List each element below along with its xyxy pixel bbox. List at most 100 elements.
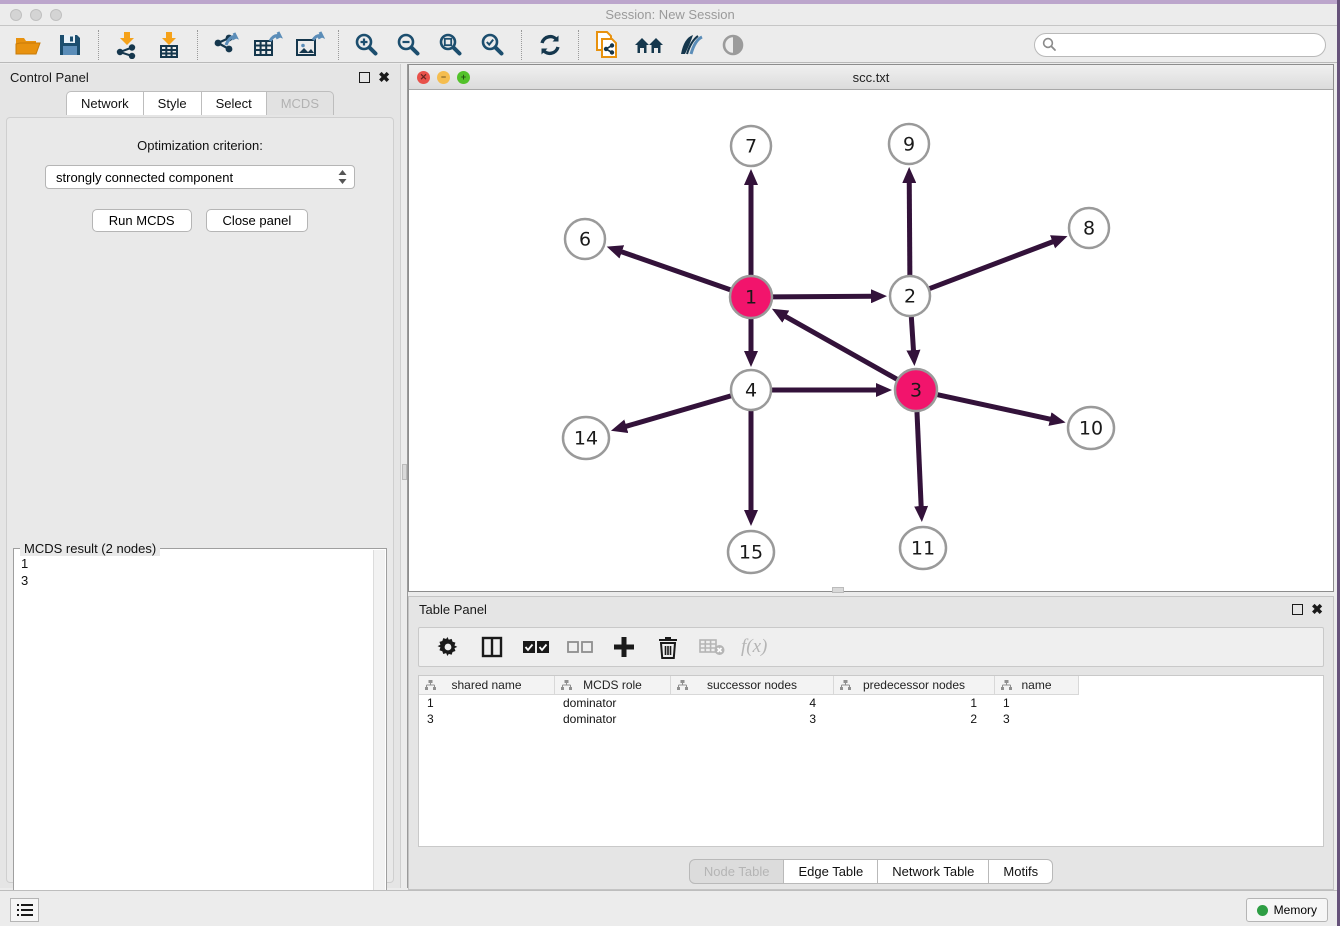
import-network-button[interactable]	[110, 30, 144, 60]
edge-2-9[interactable]	[909, 181, 910, 275]
delete-row-button[interactable]	[653, 632, 683, 662]
vertical-splitter[interactable]	[400, 64, 408, 888]
column-header-successor-nodes[interactable]: successor nodes	[671, 676, 834, 695]
table-cell[interactable]: 1	[419, 695, 555, 711]
network-graph[interactable]: 7968124314101511	[409, 90, 1333, 591]
list-icon	[17, 903, 33, 917]
tab-mcds[interactable]: MCDS	[267, 91, 334, 115]
function-builder-button[interactable]: f(x)	[741, 636, 767, 658]
edge-3-11[interactable]	[917, 412, 921, 508]
show-all-networks-button[interactable]	[632, 30, 666, 60]
zoom-selected-button[interactable]	[476, 30, 510, 60]
open-file-button[interactable]	[11, 30, 45, 60]
clone-network-button[interactable]	[590, 30, 624, 60]
edge-2-3[interactable]	[911, 317, 913, 352]
edge-4-14[interactable]	[624, 396, 730, 427]
export-network-icon	[212, 31, 240, 59]
save-session-button[interactable]	[53, 30, 87, 60]
table-cell[interactable]: 3	[995, 711, 1079, 727]
export-table-button[interactable]	[251, 30, 285, 60]
zoom-selected-icon	[480, 32, 506, 58]
table-cell[interactable]: 4	[671, 695, 834, 711]
column-header-predecessor-nodes[interactable]: predecessor nodes	[834, 676, 995, 695]
eye-icon	[720, 32, 746, 58]
tab-network-table[interactable]: Network Table	[878, 859, 989, 884]
search-area	[1034, 33, 1326, 57]
network-close-button[interactable]: ✕	[417, 71, 430, 84]
graph-node-label-10: 10	[1079, 418, 1103, 440]
apply-style-button[interactable]	[674, 30, 708, 60]
edge-3-10[interactable]	[937, 395, 1051, 420]
tab-network[interactable]: Network	[66, 91, 144, 115]
deselect-all-icon	[567, 640, 593, 654]
table-settings-button[interactable]	[433, 632, 463, 662]
search-input[interactable]	[1062, 38, 1325, 52]
mcds-result-text[interactable]: 1 3	[15, 555, 373, 920]
export-table-icon	[253, 31, 283, 59]
close-panel-button[interactable]: Close panel	[206, 209, 309, 232]
network-minimize-button[interactable]: −	[437, 71, 450, 84]
show-columns-button[interactable]	[477, 632, 507, 662]
select-all-button[interactable]	[521, 632, 551, 662]
table-cell[interactable]: 1	[834, 695, 995, 711]
zoom-fit-icon	[438, 32, 464, 58]
splitter-handle[interactable]	[402, 464, 407, 480]
float-table-panel-button[interactable]	[1292, 604, 1303, 615]
edge-3-1[interactable]	[784, 316, 897, 380]
float-panel-button[interactable]	[359, 72, 370, 83]
import-network-icon	[114, 31, 140, 59]
zoom-out-button[interactable]	[392, 30, 426, 60]
zoom-fit-button[interactable]	[434, 30, 468, 60]
edge-2-8[interactable]	[930, 241, 1055, 288]
gear-icon	[437, 636, 459, 658]
search-icon	[1042, 37, 1057, 52]
table-cell[interactable]: 3	[419, 711, 555, 727]
main-toolbar	[0, 27, 1340, 63]
deselect-all-button[interactable]	[565, 632, 595, 662]
table-cell[interactable]: 2	[834, 711, 995, 727]
network-canvas[interactable]: 7968124314101511	[409, 90, 1333, 591]
search-field[interactable]	[1034, 33, 1326, 57]
add-row-button[interactable]	[609, 632, 639, 662]
import-table-button[interactable]	[152, 30, 186, 60]
table-cell[interactable]: 1	[995, 695, 1079, 711]
zoom-in-button[interactable]	[350, 30, 384, 60]
table-cell[interactable]: dominator	[555, 695, 671, 711]
tab-edge-table[interactable]: Edge Table	[784, 859, 878, 884]
tab-select[interactable]: Select	[202, 91, 267, 115]
node-table[interactable]: shared nameMCDS rolesuccessor nodesprede…	[418, 675, 1324, 847]
run-mcds-button[interactable]: Run MCDS	[92, 209, 192, 232]
network-maximize-button[interactable]: +	[457, 71, 470, 84]
column-header-MCDS-role[interactable]: MCDS role	[555, 676, 671, 695]
column-header-name[interactable]: name	[995, 676, 1079, 695]
close-panel-icon-button[interactable]: ✖	[378, 72, 390, 83]
export-network-button[interactable]	[209, 30, 243, 60]
tab-style[interactable]: Style	[144, 91, 202, 115]
export-image-button[interactable]	[293, 30, 327, 60]
stepper-arrows-icon	[337, 169, 348, 185]
mcds-result-title: MCDS result (2 nodes)	[20, 541, 160, 556]
graph-node-label-9: 9	[903, 134, 915, 156]
refresh-icon	[537, 32, 563, 58]
table-row[interactable]: 1dominator411	[419, 695, 1323, 711]
horizontal-splitter-handle[interactable]	[832, 587, 844, 593]
tab-node-table[interactable]: Node Table	[689, 859, 785, 884]
edge-1-6[interactable]	[620, 251, 730, 290]
criterion-dropdown[interactable]: strongly connected component	[45, 165, 355, 189]
table-cell[interactable]: 3	[671, 711, 834, 727]
result-scrollbar[interactable]	[373, 550, 385, 920]
toggle-graphics-details-button[interactable]	[716, 30, 750, 60]
memory-status-dot	[1257, 905, 1268, 916]
close-table-panel-button[interactable]: ✖	[1311, 604, 1323, 615]
show-task-history-button[interactable]	[10, 898, 39, 922]
delete-table-icon	[699, 638, 725, 656]
home-icon	[633, 33, 665, 57]
edge-1-2[interactable]	[773, 296, 873, 297]
column-header-shared-name[interactable]: shared name	[419, 676, 555, 695]
tab-motifs[interactable]: Motifs	[989, 859, 1053, 884]
refresh-view-button[interactable]	[533, 30, 567, 60]
delete-table-button[interactable]	[697, 632, 727, 662]
table-cell[interactable]: dominator	[555, 711, 671, 727]
memory-button[interactable]: Memory	[1246, 898, 1328, 922]
table-row[interactable]: 3dominator323	[419, 711, 1323, 727]
